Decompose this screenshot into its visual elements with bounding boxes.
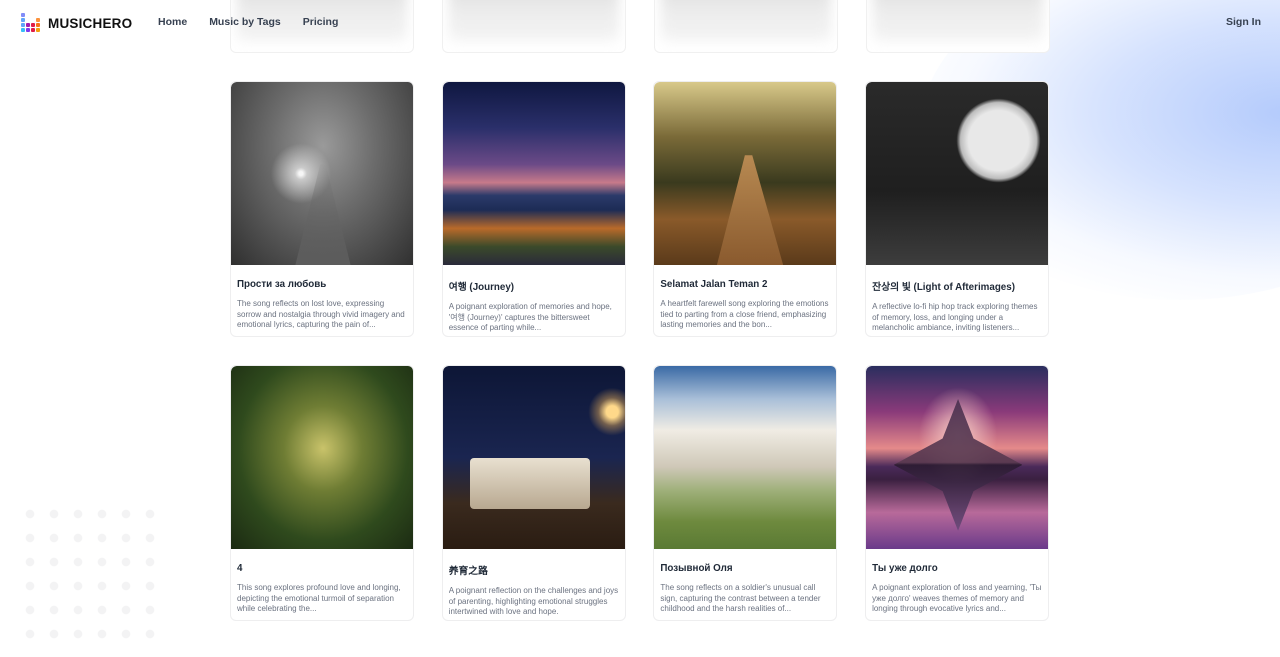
song-title: Прости за любовь [237, 279, 327, 290]
song-cover-image [442, 82, 625, 265]
song-cover-image [231, 82, 413, 265]
song-title: 4 [237, 563, 243, 574]
song-cover-image [231, 366, 413, 549]
song-cover-image [442, 366, 625, 549]
song-description: A poignant exploration of memories and h… [448, 302, 612, 333]
song-title: Позывной Оля [660, 563, 733, 574]
song-description: A poignant reflection on the challenges … [448, 586, 619, 617]
song-description: A heartfelt farewell song exploring the … [660, 299, 829, 330]
nav-music-by-tags[interactable]: Music by Tags [209, 16, 281, 28]
song-description: A reflective lo-fi hip hop track explori… [872, 302, 1038, 333]
nav-pricing[interactable]: Pricing [303, 16, 339, 28]
song-card[interactable]: Ты уже долго A poignant exploration of l… [865, 365, 1050, 621]
song-cover-image [866, 82, 1049, 265]
decorative-dot-grid [18, 502, 168, 647]
song-card[interactable]: 4 This song explores profound love and l… [230, 365, 414, 621]
song-card[interactable]: 养育之路 A poignant reflection on the challe… [441, 365, 626, 621]
song-title: 养育之路 [448, 566, 488, 577]
song-title: Selamat Jalan Teman 2 [660, 279, 768, 290]
song-card[interactable]: Позывной Оля The song reflects on a sold… [653, 365, 838, 621]
main-nav: Home Music by Tags Pricing [158, 16, 338, 28]
song-title: 잔상의 빛 (Light of Afterimages) [872, 282, 1015, 293]
song-card[interactable]: 잔상의 빛 (Light of Afterimages) A reflectiv… [865, 81, 1050, 337]
sign-in-link[interactable]: Sign In [1226, 16, 1261, 28]
brand-name: MUSICHERO [48, 15, 133, 31]
song-card[interactable]: 여행 (Journey) A poignant exploration of m… [441, 81, 626, 337]
brand-logo-link[interactable]: MUSICHERO [21, 13, 132, 33]
nav-home[interactable]: Home [158, 16, 187, 28]
song-card[interactable]: Selamat Jalan Teman 2 A heartfelt farewe… [653, 81, 838, 337]
song-cover-image [654, 366, 837, 549]
top-navbar: MUSICHERO Home Music by Tags Pricing Sig… [0, 0, 1280, 46]
song-description: The song reflects on a soldier's unusual… [660, 583, 821, 614]
song-grid: Прости за любовь The song reflects on lo… [230, 81, 1050, 621]
song-description: The song reflects on lost love, expressi… [237, 299, 405, 330]
song-title: Ты уже долго [872, 563, 938, 574]
song-cover-image [654, 82, 837, 265]
song-title: 여행 (Journey) [448, 282, 515, 293]
song-description: A poignant exploration of loss and yearn… [872, 583, 1042, 614]
equalizer-logo-icon [21, 13, 41, 33]
song-description: This song explores profound love and lon… [237, 583, 401, 614]
song-cover-image [866, 366, 1049, 549]
page: MUSICHERO Home Music by Tags Pricing Sig… [0, 0, 1280, 657]
song-card[interactable]: Прости за любовь The song reflects on lo… [230, 81, 414, 337]
